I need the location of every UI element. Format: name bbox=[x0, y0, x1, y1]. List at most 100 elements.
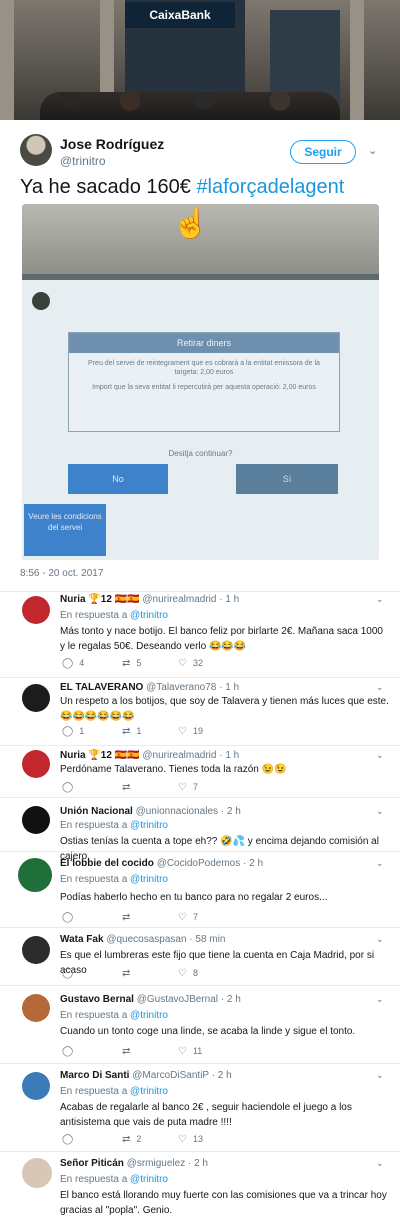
hashtag-link[interactable]: #laforçadelagent bbox=[196, 176, 344, 198]
in-reply-to-label: En respuesta a bbox=[60, 1010, 131, 1021]
avatar[interactable] bbox=[22, 1158, 52, 1188]
heart-icon: ♡ bbox=[178, 1134, 187, 1145]
avatar[interactable] bbox=[22, 994, 50, 1022]
building-pillar bbox=[0, 0, 14, 120]
reply-button[interactable]: ◯ 4 bbox=[62, 658, 84, 669]
reply-handle[interactable]: @quecosaspasan · 58 min bbox=[106, 934, 225, 945]
chevron-down-icon[interactable]: ⌄ bbox=[376, 1070, 384, 1081]
retweet-button[interactable]: ⇄ bbox=[122, 968, 130, 979]
like-button[interactable]: ♡ 8 bbox=[178, 968, 198, 979]
chevron-down-icon[interactable]: ⌄ bbox=[376, 934, 384, 945]
chevron-down-icon[interactable]: ⌄ bbox=[376, 994, 384, 1005]
chevron-down-icon[interactable]: ⌄ bbox=[368, 144, 377, 157]
follow-button[interactable]: Seguir bbox=[290, 140, 356, 164]
reply-author[interactable]: Nuria 🏆12 🇪🇸🇪🇸 bbox=[60, 750, 140, 761]
reply-tweet[interactable]: Gustavo Bernal @GustavoJBernal · 2 h ⌄ E… bbox=[0, 988, 400, 1064]
reply-tweet[interactable]: El lobbie del cocido @CocidoPodemos · 2 … bbox=[0, 854, 400, 928]
reply-handle[interactable]: @CocidoPodemos · 2 h bbox=[157, 858, 263, 869]
reply-handle[interactable]: @nurirealmadrid · 1 h bbox=[142, 594, 239, 605]
retweet-button[interactable]: ⇄ 1 bbox=[122, 726, 141, 737]
reply-handle[interactable]: @srmiguelez · 2 h bbox=[127, 1158, 208, 1169]
reply-handle[interactable]: @MarcoDiSantiP · 2 h bbox=[132, 1070, 231, 1081]
avatar[interactable] bbox=[22, 596, 50, 624]
retweet-count: 1 bbox=[136, 726, 142, 736]
avatar[interactable] bbox=[22, 684, 50, 712]
retweet-button[interactable]: ⇄ bbox=[122, 782, 130, 793]
chevron-down-icon[interactable]: ⌄ bbox=[376, 594, 384, 605]
retweet-icon: ⇄ bbox=[122, 1046, 131, 1057]
like-count: 7 bbox=[192, 782, 198, 792]
reply-author[interactable]: Gustavo Bernal bbox=[60, 994, 134, 1005]
tweet-text: Ya he sacado 160€ #laforçadelagent bbox=[20, 176, 344, 199]
avatar[interactable] bbox=[20, 134, 52, 166]
like-count: 11 bbox=[192, 1046, 203, 1056]
reply-author[interactable]: El lobbie del cocido bbox=[60, 858, 154, 869]
author-handle[interactable]: @trinitro bbox=[60, 154, 106, 168]
like-button[interactable]: ♡ 7 bbox=[178, 782, 198, 793]
reply-author[interactable]: Unión Nacional bbox=[60, 806, 133, 817]
retweet-button[interactable]: ⇄ bbox=[122, 912, 130, 923]
chevron-down-icon[interactable]: ⌄ bbox=[376, 750, 384, 761]
reply-button[interactable]: ◯ bbox=[62, 1046, 73, 1057]
tweet-photo[interactable]: ☝ Retirar diners Preu del servei de rein… bbox=[22, 204, 379, 560]
author-name[interactable]: Jose Rodríguez bbox=[60, 136, 164, 152]
reply-author[interactable]: Señor Piticán bbox=[60, 1158, 124, 1169]
avatar[interactable] bbox=[18, 858, 52, 892]
reply-handle[interactable]: @GustavoJBernal · 2 h bbox=[137, 994, 241, 1005]
chevron-down-icon[interactable]: ⌄ bbox=[376, 858, 384, 869]
reply-tweet[interactable]: Marco Di Santi @MarcoDiSantiP · 2 h ⌄ En… bbox=[0, 1066, 400, 1152]
reply-button[interactable]: ◯ bbox=[62, 912, 73, 923]
avatar[interactable] bbox=[22, 806, 50, 834]
retweet-button[interactable]: ⇄ 5 bbox=[122, 658, 141, 669]
like-button[interactable]: ♡ 7 bbox=[178, 912, 198, 923]
in-reply-to-link[interactable]: @trinitro bbox=[130, 1010, 168, 1021]
reply-tweet[interactable]: Nuria 🏆12 🇪🇸🇪🇸 @nurirealmadrid · 1 h ⌄ P… bbox=[0, 748, 400, 798]
chevron-down-icon[interactable]: ⌄ bbox=[376, 1158, 384, 1169]
reply-tweet[interactable]: Unión Nacional @unionnacionales · 2 h ⌄ … bbox=[0, 800, 400, 862]
reply-author[interactable]: Wata Fak bbox=[60, 934, 104, 945]
avatar[interactable] bbox=[22, 1072, 50, 1100]
retweet-icon: ⇄ bbox=[122, 1134, 131, 1145]
chevron-down-icon[interactable]: ⌄ bbox=[376, 682, 384, 693]
in-reply-to-link[interactable]: @trinitro bbox=[130, 1086, 168, 1097]
like-button[interactable]: ♡ 19 bbox=[178, 726, 203, 737]
atm-no-button: No bbox=[68, 464, 168, 494]
reply-author[interactable]: EL TALAVERANO bbox=[60, 682, 143, 693]
avatar[interactable] bbox=[22, 936, 50, 964]
reply-handle[interactable]: @nurirealmadrid · 1 h bbox=[142, 750, 239, 761]
reply-tweet[interactable]: Señor Piticán @srmiguelez · 2 h ⌄ En res… bbox=[0, 1154, 400, 1217]
in-reply-to-link[interactable]: @trinitro bbox=[130, 1174, 168, 1185]
like-button[interactable]: ♡ 32 bbox=[178, 658, 203, 669]
reply-tweet[interactable]: EL TALAVERANO @Talaverano78 · 1 h ⌄ Un r… bbox=[0, 680, 400, 746]
tweet-text-body: Ya he sacado 160€ bbox=[20, 176, 197, 198]
reply-button[interactable]: ◯ bbox=[62, 782, 73, 793]
in-reply-to-label: En respuesta a bbox=[60, 610, 131, 621]
chevron-down-icon[interactable]: ⌄ bbox=[376, 806, 384, 817]
in-reply-to-link[interactable]: @trinitro bbox=[130, 874, 168, 885]
like-button[interactable]: ♡ 11 bbox=[178, 1046, 202, 1057]
reply-tweet[interactable]: Wata Fak @quecosaspasan · 58 min ⌄ Es qu… bbox=[0, 930, 400, 986]
reply-text: Cuando un tonto coge una linde, se acaba… bbox=[60, 1026, 356, 1037]
reply-handle[interactable]: @unionnacionales · 2 h bbox=[136, 806, 241, 817]
like-button[interactable]: ♡ 13 bbox=[178, 1134, 203, 1145]
reply-author[interactable]: Marco Di Santi bbox=[60, 1070, 129, 1081]
in-reply-to-link[interactable]: @trinitro bbox=[130, 820, 168, 831]
avatar[interactable] bbox=[22, 750, 50, 778]
in-reply-to-link[interactable]: @trinitro bbox=[130, 610, 168, 621]
tweet-timestamp[interactable]: 8:56 - 20 oct. 2017 bbox=[20, 568, 103, 579]
reply-tweet[interactable]: Nuria 🏆12 🇪🇸🇪🇸 @nurirealmadrid · 1 h ⌄ E… bbox=[0, 590, 400, 678]
like-count: 8 bbox=[192, 968, 198, 978]
retweet-button[interactable]: ⇄ bbox=[122, 1046, 130, 1057]
reply-button[interactable]: ◯ bbox=[62, 1134, 73, 1145]
header-photo: CaixaBank bbox=[0, 0, 400, 120]
reply-author[interactable]: Nuria 🏆12 🇪🇸🇪🇸 bbox=[60, 594, 140, 605]
heart-icon: ♡ bbox=[178, 1046, 187, 1057]
reply-handle[interactable]: @Talaverano78 · 1 h bbox=[146, 682, 239, 693]
like-count: 19 bbox=[192, 726, 203, 736]
reply-button[interactable]: ◯ bbox=[62, 968, 73, 979]
heart-icon: ♡ bbox=[178, 912, 187, 923]
reply-button[interactable]: ◯ 1 bbox=[62, 726, 84, 737]
heart-icon: ♡ bbox=[178, 782, 187, 793]
like-count: 13 bbox=[192, 1134, 203, 1144]
retweet-button[interactable]: ⇄ 2 bbox=[122, 1134, 141, 1145]
